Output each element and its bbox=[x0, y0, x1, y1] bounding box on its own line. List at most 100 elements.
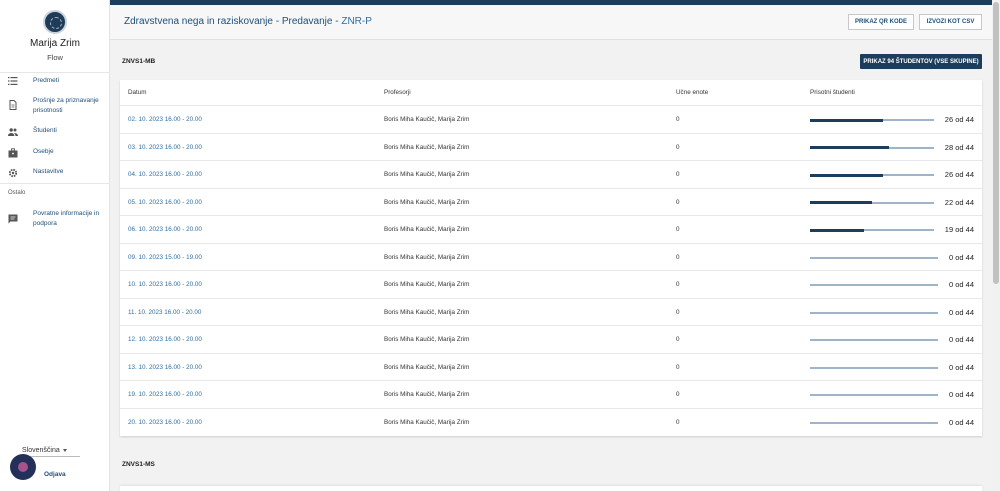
lecture-date-link[interactable]: 13. 10. 2023 16.00 - 20.00 bbox=[128, 364, 202, 371]
table-row[interactable]: 03. 10. 2023 16.00 - 20.00 Boris Miha Kau… bbox=[120, 132, 982, 161]
table-row[interactable]: 13. 10. 2023 16.00 - 20.00 Boris Miha Kau… bbox=[120, 352, 982, 381]
column-header-date[interactable]: Datum bbox=[128, 89, 147, 96]
lecture-date-link[interactable]: 11. 10. 2023 16.00 - 20.00 bbox=[128, 309, 201, 316]
attendance-progress-bar bbox=[810, 421, 938, 424]
attendance-count: 0 od 44 bbox=[948, 335, 974, 344]
lecture-date-link[interactable]: 06. 10. 2023 16.00 - 20.00 bbox=[128, 226, 202, 233]
units-cell: 0 bbox=[676, 281, 680, 288]
professors-cell: Boris Miha Kaučič, Marija Zrim bbox=[384, 418, 470, 426]
lecture-date-link[interactable]: 05. 10. 2023 16.00 - 20.00 bbox=[128, 199, 202, 206]
avatar[interactable] bbox=[10, 454, 36, 480]
attendance-progress-bar bbox=[810, 173, 934, 177]
attendance-count: 26 od 44 bbox=[944, 170, 974, 179]
table-row[interactable]: 19. 10. 2023 16.00 - 20.00 Boris Miha Kau… bbox=[120, 380, 982, 408]
language-select[interactable]: Slovenščina bbox=[22, 447, 80, 457]
scrollbar-thumb[interactable] bbox=[993, 2, 999, 284]
units-cell: 0 bbox=[676, 226, 680, 233]
attendance-progress-bar bbox=[810, 256, 938, 259]
attendance-progress-fill bbox=[810, 118, 884, 122]
units-cell: 0 bbox=[676, 363, 680, 371]
attendance-count: 22 od 44 bbox=[944, 197, 974, 207]
table-row[interactable]: 02. 10. 2023 16.00 - 20.00 Boris Miha Kau… bbox=[120, 105, 982, 133]
sidebar-item-nastavitve[interactable]: Nastavitve bbox=[0, 167, 110, 179]
attendance-progress-fill bbox=[810, 146, 889, 149]
sidebar: Marija Zrim Flow Predmeti Prošnje za pri… bbox=[0, 0, 110, 491]
page-header: Zdravstvena nega in raziskovanje - Preda… bbox=[110, 5, 992, 40]
lecture-date-link[interactable]: 10. 10. 2023 16.00 - 20.00 bbox=[128, 281, 202, 288]
attendance-count: 0 od 44 bbox=[948, 417, 974, 427]
page-title: Zdravstvena nega in raziskovanje - Preda… bbox=[124, 16, 372, 27]
attendance-progress-fill bbox=[810, 173, 884, 177]
professors-cell: Boris Miha Kaučič, Marija Zrim bbox=[384, 308, 470, 316]
attendance-progress-bar bbox=[810, 311, 938, 314]
show-all-students-button[interactable]: PRIKAZ 94 ŠTUDENTOV (VSE SKUPINE) bbox=[860, 54, 982, 69]
gear-icon bbox=[8, 168, 18, 178]
attendance-count: 0 od 44 bbox=[948, 280, 974, 289]
sidebar-item-predmeti[interactable]: Predmeti bbox=[0, 76, 110, 88]
logout-link[interactable]: Odjava bbox=[44, 471, 66, 478]
attendance-count: 0 od 44 bbox=[948, 390, 974, 399]
table-row[interactable]: 12. 10. 2023 16.00 - 20.00 Boris Miha Kau… bbox=[120, 325, 982, 353]
professors-cell: Boris Miha Kaučič, Marija Zrim bbox=[384, 336, 470, 343]
professors-cell: Boris Miha Kaučič, Marija Zrim bbox=[384, 363, 470, 371]
professors-cell: Boris Miha Kaučič, Marija Zrim bbox=[384, 198, 470, 206]
university-logo-icon bbox=[43, 10, 67, 34]
attendance-progress-fill bbox=[810, 201, 872, 204]
nav-divider bbox=[0, 72, 110, 73]
table-row[interactable]: 11. 10. 2023 16.00 - 20.00 Boris Miha Kau… bbox=[120, 297, 982, 326]
chevron-down-icon bbox=[62, 448, 67, 452]
sidebar-item-label: Povratne informacije in podpora bbox=[33, 210, 100, 227]
table-row[interactable]: 20. 10. 2023 16.00 - 20.00 Boris Miha Kau… bbox=[120, 407, 982, 436]
sidebar-item-label: Nastavitve bbox=[33, 168, 64, 175]
sidebar-item-osebje[interactable]: Osebje bbox=[0, 147, 110, 159]
sidebar-item-prosnje[interactable]: Prošnje za priznavanje prisotnosti bbox=[0, 96, 110, 118]
table-row[interactable]: 09. 10. 2023 15.00 - 19.00 Boris Miha Kau… bbox=[120, 242, 982, 271]
column-header-units[interactable]: Učne enote bbox=[676, 89, 708, 96]
list-icon bbox=[8, 77, 18, 85]
attendance-progress-bar bbox=[810, 394, 938, 396]
feedback-icon bbox=[8, 214, 18, 224]
lecture-date-link[interactable]: 03. 10. 2023 16.00 - 20.00 bbox=[128, 144, 202, 151]
attendance-progress-bar bbox=[810, 146, 934, 149]
column-header-professors[interactable]: Profesorji bbox=[384, 89, 411, 96]
table-row[interactable]: 10. 10. 2023 16.00 - 20.00 Boris Miha Kau… bbox=[120, 270, 982, 298]
units-cell: 0 bbox=[676, 391, 680, 398]
attendance-count: 19 od 44 bbox=[944, 225, 974, 234]
user-name: Marija Zrim bbox=[30, 38, 80, 49]
lecture-date-link[interactable]: 19. 10. 2023 16.00 - 20.00 bbox=[128, 391, 202, 398]
lecture-date-link[interactable]: 20. 10. 2023 16.00 - 20.00 bbox=[128, 419, 202, 426]
lecture-date-link[interactable]: 04. 10. 2023 16.00 - 20.00 bbox=[128, 171, 202, 178]
attendance-count: 0 od 44 bbox=[948, 362, 974, 372]
attendance-progress-bar bbox=[810, 339, 938, 341]
lecture-date-link[interactable]: 02. 10. 2023 16.00 - 20.00 bbox=[128, 116, 202, 123]
sidebar-item-studenti[interactable]: Študenti bbox=[0, 126, 110, 138]
table-row[interactable]: 04. 10. 2023 16.00 - 20.00 Boris Miha Kau… bbox=[120, 160, 982, 188]
units-cell: 0 bbox=[676, 336, 680, 343]
table-row[interactable]: 05. 10. 2023 16.00 - 20.00 Boris Miha Kau… bbox=[120, 187, 982, 216]
nav-divider bbox=[0, 183, 110, 184]
lecture-date-link[interactable]: 09. 10. 2023 15.00 - 19.00 bbox=[128, 254, 202, 261]
attendance-progress-bar bbox=[810, 201, 934, 204]
table-row[interactable]: 06. 10. 2023 16.00 - 20.00 Boris Miha Kau… bbox=[120, 215, 982, 243]
avatar-dot-icon bbox=[18, 462, 28, 472]
professors-cell: Boris Miha Kaučič, Marija Zrim bbox=[384, 116, 470, 123]
units-cell: 0 bbox=[676, 253, 680, 261]
attendance-progress-bar bbox=[810, 118, 934, 122]
professors-cell: Boris Miha Kaučič, Marija Zrim bbox=[384, 253, 470, 261]
professors-cell: Boris Miha Kaučič, Marija Zrim bbox=[384, 171, 470, 178]
attendance-count: 0 od 44 bbox=[948, 307, 974, 317]
show-qr-button[interactable]: PRIKAZ QR KODE bbox=[848, 14, 914, 30]
sidebar-item-label: Osebje bbox=[33, 148, 54, 155]
attendance-progress-fill bbox=[810, 228, 864, 232]
scrollbar[interactable] bbox=[992, 0, 1000, 491]
export-csv-button[interactable]: IZVOZI KOT CSV bbox=[919, 14, 982, 30]
lecture-date-link[interactable]: 12. 10. 2023 16.00 - 20.00 bbox=[128, 336, 202, 343]
professors-cell: Boris Miha Kaučič, Marija Zrim bbox=[384, 391, 470, 398]
group2-table bbox=[120, 486, 982, 491]
column-header-present[interactable]: Prisotni študenti bbox=[810, 89, 855, 96]
page-title-code: ZNR-P bbox=[341, 16, 372, 27]
group-label: ZNVS1-MB bbox=[122, 58, 156, 65]
professors-cell: Boris Miha Kaučič, Marija Zrim bbox=[384, 281, 470, 288]
language-value: Slovenščina bbox=[22, 447, 60, 454]
sidebar-item-feedback[interactable]: Povratne informacije in podpora bbox=[0, 209, 110, 231]
